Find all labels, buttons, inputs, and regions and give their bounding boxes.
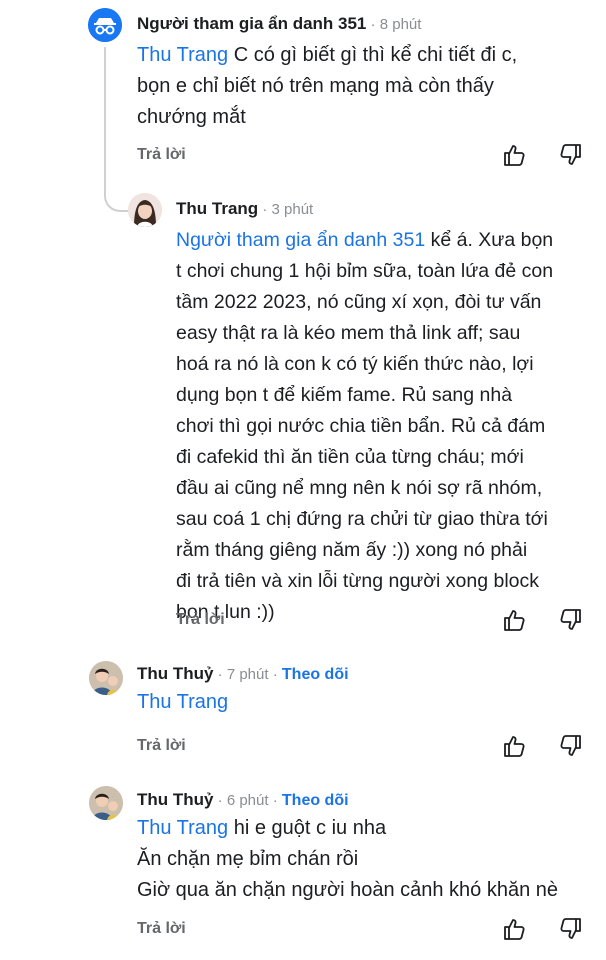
follow-button[interactable]: Theo dõi xyxy=(282,792,349,809)
comment-text: Thu Trang hi e guột c iu nha Ăn chặn mẹ … xyxy=(137,817,559,901)
thread-line xyxy=(104,47,106,197)
thumbs-down-icon[interactable] xyxy=(558,142,584,168)
comment-header: Thu Trang · 3 phút xyxy=(176,199,314,218)
mention-link[interactable]: Thu Trang xyxy=(137,691,228,713)
comment-text: Thu Trang C có gì biết gì thì kể chi tiế… xyxy=(137,44,518,128)
author-name[interactable]: Thu Thuỷ xyxy=(137,790,213,809)
mention-link[interactable]: Thu Trang xyxy=(137,44,228,66)
avatar[interactable] xyxy=(89,786,123,820)
comment-text: Thu Trang xyxy=(137,687,228,718)
comment-text: Người tham gia ẩn danh 351 kể á. Xưa bọn… xyxy=(176,229,554,623)
mention-link[interactable]: Người tham gia ẩn danh 351 xyxy=(176,229,425,251)
thumbs-down-icon[interactable] xyxy=(558,916,584,942)
anonymous-avatar-icon[interactable] xyxy=(88,8,122,42)
avatar[interactable] xyxy=(89,661,123,695)
comment-time[interactable]: 6 phút xyxy=(227,792,269,809)
reply-button[interactable]: Trả lời xyxy=(137,146,186,164)
reply-button[interactable]: Trả lời xyxy=(137,920,186,938)
comment-header: Người tham gia ẩn danh 351 · 8 phút xyxy=(137,14,422,33)
avatar[interactable] xyxy=(128,193,162,227)
reply-button[interactable]: Trả lời xyxy=(137,737,186,755)
reply-button[interactable]: Trả lời xyxy=(176,611,225,629)
comment-time[interactable]: 8 phút xyxy=(380,16,422,33)
thumbs-up-icon[interactable] xyxy=(501,733,527,759)
follow-button[interactable]: Theo dõi xyxy=(282,666,349,683)
comment-time[interactable]: 7 phút xyxy=(227,666,269,683)
thumbs-up-icon[interactable] xyxy=(501,916,527,942)
thumbs-up-icon[interactable] xyxy=(501,142,527,168)
comment-time[interactable]: 3 phút xyxy=(272,201,314,218)
author-name[interactable]: Thu Thuỷ xyxy=(137,664,213,683)
thumbs-down-icon[interactable] xyxy=(558,607,584,633)
thumbs-down-icon[interactable] xyxy=(558,733,584,759)
comment-header: Thu Thuỷ · 7 phút · Theo dõi xyxy=(137,664,349,683)
author-name[interactable]: Người tham gia ẩn danh 351 xyxy=(137,14,366,33)
author-name[interactable]: Thu Trang xyxy=(176,199,258,218)
mention-link[interactable]: Thu Trang xyxy=(137,817,228,839)
comment-header: Thu Thuỷ · 6 phút · Theo dõi xyxy=(137,790,349,809)
thumbs-up-icon[interactable] xyxy=(501,607,527,633)
thread-connector xyxy=(104,180,128,212)
